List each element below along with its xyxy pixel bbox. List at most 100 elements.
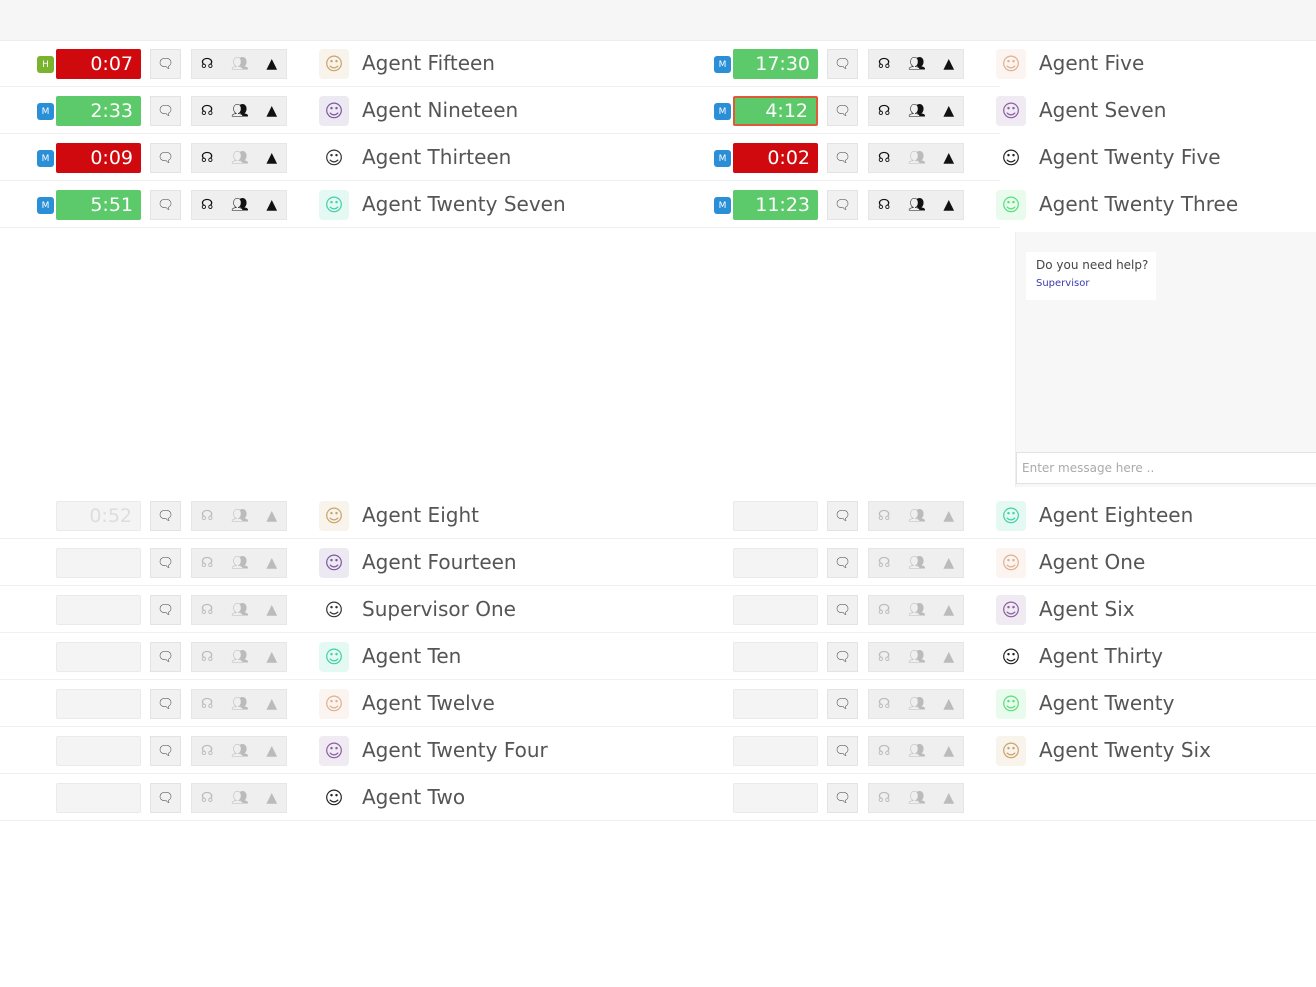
group-icon[interactable]: 👥︎ — [908, 790, 926, 806]
headset-icon[interactable]: ☊ — [878, 743, 890, 759]
user-icon[interactable]: ▲ — [266, 103, 277, 119]
user-icon[interactable]: ▲ — [943, 790, 954, 806]
headset-icon[interactable]: ☊ — [201, 103, 213, 119]
headset-icon[interactable]: ☊ — [878, 508, 890, 524]
agent-name[interactable]: Agent Twenty Seven — [362, 192, 566, 216]
agent-name[interactable]: Agent Seven — [1039, 98, 1166, 122]
agent-name[interactable]: Agent Thirty — [1039, 644, 1163, 668]
headset-icon[interactable]: ☊ — [878, 649, 890, 665]
user-icon[interactable]: ▲ — [943, 508, 954, 524]
headset-icon[interactable]: ☊ — [201, 743, 213, 759]
user-icon[interactable]: ▲ — [266, 508, 277, 524]
user-icon[interactable]: ▲ — [943, 649, 954, 665]
agent-name[interactable]: Agent Thirteen — [362, 145, 511, 169]
agent-name[interactable]: Agent Nineteen — [362, 98, 518, 122]
agent-name[interactable]: Agent Six — [1039, 597, 1135, 621]
user-icon[interactable]: ▲ — [943, 56, 954, 72]
group-icon[interactable]: 👥︎ — [908, 602, 926, 618]
chat-bubbles-icon[interactable]: 🗨 — [827, 736, 858, 766]
headset-icon[interactable]: ☊ — [201, 150, 213, 166]
group-icon[interactable]: 👥︎ — [908, 103, 926, 119]
headset-icon[interactable]: ☊ — [201, 555, 213, 571]
headset-icon[interactable]: ☊ — [878, 103, 890, 119]
agent-name[interactable]: Supervisor One — [362, 597, 516, 621]
agent-name[interactable]: Agent Two — [362, 785, 465, 809]
chat-bubbles-icon[interactable]: 🗨 — [150, 736, 181, 766]
user-icon[interactable]: ▲ — [266, 56, 277, 72]
agent-name[interactable]: Agent Twenty Five — [1039, 145, 1221, 169]
chat-bubbles-icon[interactable]: 🗨 — [150, 143, 181, 173]
headset-icon[interactable]: ☊ — [201, 649, 213, 665]
headset-icon[interactable]: ☊ — [878, 150, 890, 166]
headset-icon[interactable]: ☊ — [201, 696, 213, 712]
chat-bubbles-icon[interactable]: 🗨 — [827, 783, 858, 813]
group-icon[interactable]: 👥︎ — [908, 197, 926, 213]
user-icon[interactable]: ▲ — [266, 743, 277, 759]
headset-icon[interactable]: ☊ — [878, 197, 890, 213]
chat-bubbles-icon[interactable]: 🗨 — [827, 595, 858, 625]
group-icon[interactable]: 👥︎ — [231, 555, 249, 571]
user-icon[interactable]: ▲ — [266, 696, 277, 712]
chat-bubbles-icon[interactable]: 🗨 — [827, 501, 858, 531]
agent-name[interactable]: Agent Twenty Four — [362, 738, 548, 762]
chat-bubbles-icon[interactable]: 🗨 — [150, 548, 181, 578]
agent-name[interactable]: Agent Fifteen — [362, 51, 495, 75]
group-icon[interactable]: 👥︎ — [231, 508, 249, 524]
user-icon[interactable]: ▲ — [266, 649, 277, 665]
chat-bubbles-icon[interactable]: 🗨 — [827, 49, 858, 79]
group-icon[interactable]: 👥︎ — [908, 743, 926, 759]
group-icon[interactable]: 👥︎ — [908, 555, 926, 571]
headset-icon[interactable]: ☊ — [201, 602, 213, 618]
user-icon[interactable]: ▲ — [943, 696, 954, 712]
agent-name[interactable]: Agent Twenty Three — [1039, 192, 1238, 216]
chat-bubbles-icon[interactable]: 🗨 — [150, 689, 181, 719]
chat-bubbles-icon[interactable]: 🗨 — [827, 96, 858, 126]
headset-icon[interactable]: ☊ — [878, 602, 890, 618]
user-icon[interactable]: ▲ — [266, 555, 277, 571]
group-icon[interactable]: 👥︎ — [231, 197, 249, 213]
chat-bubbles-icon[interactable]: 🗨 — [827, 548, 858, 578]
headset-icon[interactable]: ☊ — [878, 555, 890, 571]
chat-bubbles-icon[interactable]: 🗨 — [150, 642, 181, 672]
user-icon[interactable]: ▲ — [266, 790, 277, 806]
group-icon[interactable]: 👥︎ — [908, 56, 926, 72]
chat-bubbles-icon[interactable]: 🗨 — [150, 190, 181, 220]
group-icon[interactable]: 👥︎ — [231, 150, 249, 166]
headset-icon[interactable]: ☊ — [201, 56, 213, 72]
agent-name[interactable]: Agent Five — [1039, 51, 1144, 75]
user-icon[interactable]: ▲ — [943, 555, 954, 571]
user-icon[interactable]: ▲ — [266, 197, 277, 213]
agent-name[interactable]: Agent Fourteen — [362, 550, 517, 574]
headset-icon[interactable]: ☊ — [201, 508, 213, 524]
user-icon[interactable]: ▲ — [943, 602, 954, 618]
user-icon[interactable]: ▲ — [943, 150, 954, 166]
group-icon[interactable]: 👥︎ — [231, 743, 249, 759]
chat-message-input[interactable] — [1016, 452, 1316, 484]
agent-name[interactable]: Agent Eighteen — [1039, 503, 1193, 527]
agent-name[interactable]: Agent Eight — [362, 503, 479, 527]
headset-icon[interactable]: ☊ — [878, 790, 890, 806]
chat-bubbles-icon[interactable]: 🗨 — [150, 595, 181, 625]
user-icon[interactable]: ▲ — [943, 197, 954, 213]
chat-bubbles-icon[interactable]: 🗨 — [827, 143, 858, 173]
chat-bubbles-icon[interactable]: 🗨 — [150, 49, 181, 79]
group-icon[interactable]: 👥︎ — [908, 696, 926, 712]
chat-bubbles-icon[interactable]: 🗨 — [150, 501, 181, 531]
headset-icon[interactable]: ☊ — [201, 790, 213, 806]
user-icon[interactable]: ▲ — [943, 103, 954, 119]
group-icon[interactable]: 👥︎ — [908, 150, 926, 166]
agent-name[interactable]: Agent Ten — [362, 644, 461, 668]
group-icon[interactable]: 👥︎ — [231, 649, 249, 665]
group-icon[interactable]: 👥︎ — [908, 508, 926, 524]
chat-bubbles-icon[interactable]: 🗨 — [827, 689, 858, 719]
headset-icon[interactable]: ☊ — [201, 197, 213, 213]
agent-name[interactable]: Agent Twenty — [1039, 691, 1174, 715]
user-icon[interactable]: ▲ — [266, 602, 277, 618]
group-icon[interactable]: 👥︎ — [231, 790, 249, 806]
user-icon[interactable]: ▲ — [943, 743, 954, 759]
agent-name[interactable]: Agent Twelve — [362, 691, 495, 715]
chat-bubbles-icon[interactable]: 🗨 — [827, 190, 858, 220]
user-icon[interactable]: ▲ — [266, 150, 277, 166]
group-icon[interactable]: 👥︎ — [231, 696, 249, 712]
chat-bubbles-icon[interactable]: 🗨 — [150, 783, 181, 813]
